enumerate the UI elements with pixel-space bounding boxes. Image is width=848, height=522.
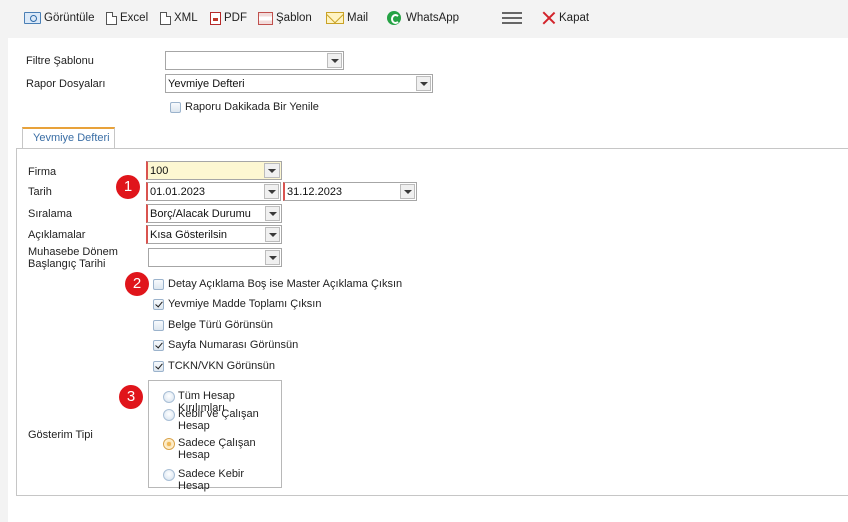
tarih-label: Tarih (28, 186, 52, 198)
radio-label: Sadece Kebir Hesap (178, 468, 245, 492)
annotation-badge-2: 2 (125, 272, 149, 296)
whatsapp-button[interactable]: WhatsApp (387, 9, 459, 27)
excel-button[interactable]: Excel (106, 9, 148, 27)
option-label: Detay Açıklama Boş ise Master Açıklama Ç… (168, 278, 403, 290)
mail-button[interactable]: Mail (326, 9, 368, 27)
close-button[interactable]: Kapat (542, 9, 589, 27)
radio-option-3[interactable]: Sadece Kebir Hesap (163, 468, 278, 492)
option-checkbox-0[interactable]: Detay Açıklama Boş ise Master Açıklama Ç… (153, 278, 402, 290)
siralama-value: Borç/Alacak Durumu (150, 208, 251, 220)
option-checkbox-3[interactable]: Sayfa Numarası Görünsün (153, 339, 298, 351)
donem-label-line2: Başlangıç Tarihi (28, 258, 106, 270)
radio-option-1[interactable]: Kebir ve Çalışan Hesap (163, 408, 270, 432)
chevron-down-icon[interactable] (265, 227, 280, 242)
aciklamalar-label: Açıklamalar (28, 229, 86, 241)
close-button-label: Kapat (559, 12, 590, 24)
donem-baslangic-field[interactable] (148, 248, 282, 267)
option-label: TCKN/VKN Görünsün (168, 360, 275, 372)
chevron-down-icon[interactable] (265, 250, 280, 265)
auto-refresh-checkbox[interactable]: Raporu Dakikada Bir Yenile (170, 101, 319, 113)
firma-value: 100 (150, 165, 169, 177)
auto-refresh-label: Raporu Dakikada Bir Yenile (185, 101, 319, 113)
mail-icon (326, 12, 344, 24)
tab-yevmiye-defteri[interactable]: Yevmiye Defteri (22, 127, 115, 149)
filter-template-label: Filtre Şablonu (26, 55, 94, 67)
tab-label: Yevmiye Defteri (33, 132, 110, 144)
tarih-start-field[interactable]: 01.01.2023 (146, 182, 281, 201)
radio-label: Sadece Çalışan Hesap (178, 437, 256, 461)
option-checkbox-1[interactable]: Yevmiye Madde Toplamı Çıksın (153, 298, 321, 310)
mail-button-label: Mail (347, 12, 369, 24)
option-label: Belge Türü Görünsün (168, 319, 273, 331)
report-files-value: Yevmiye Defteri (168, 78, 245, 90)
checkbox-box[interactable] (153, 298, 164, 310)
option-label: Sayfa Numarası Görünsün (168, 339, 299, 351)
tarih-end-value: 31.12.2023 (287, 186, 343, 198)
display-type-radio-group: Tüm Hesap Kırılımları Kebir ve Çalışan H… (148, 380, 282, 492)
pdf-icon (210, 11, 221, 25)
annotation-badge-1: 1 (116, 175, 140, 199)
annotation-badge-3: 3 (119, 385, 143, 409)
xml-button[interactable]: XML (160, 9, 198, 27)
tarih-start-value: 01.01.2023 (150, 186, 206, 198)
view-report-icon (24, 12, 41, 24)
chevron-down-icon[interactable] (400, 184, 415, 199)
ellipsis-icon[interactable]: ··· (264, 163, 280, 178)
radio-button[interactable] (163, 409, 175, 421)
toolbar: Görüntüle Excel XML PDF Şablon Mail What… (0, 0, 848, 36)
option-checkbox-2[interactable]: Belge Türü Görünsün (153, 319, 273, 331)
radio-button[interactable] (163, 391, 175, 403)
option-checkbox-4[interactable]: TCKN/VKN Görünsün (153, 360, 275, 372)
excel-icon (106, 11, 117, 25)
template-icon (258, 11, 273, 25)
radio-button[interactable] (163, 469, 175, 481)
chevron-down-icon[interactable] (265, 206, 280, 221)
filter-template-select[interactable] (165, 51, 344, 70)
template-button-label: Şablon (276, 12, 312, 24)
pdf-button[interactable]: PDF (210, 9, 247, 27)
pdf-button-label: PDF (224, 12, 247, 24)
report-files-select[interactable]: Yevmiye Defteri (165, 74, 433, 93)
checkbox-box[interactable] (153, 339, 164, 351)
radio-option-2[interactable]: Sadece Çalışan Hesap (163, 437, 270, 461)
option-label: Yevmiye Madde Toplamı Çıksın (168, 298, 322, 310)
hamburger-menu-icon (502, 12, 522, 24)
donem-label-line1: Muhasebe Dönem (28, 246, 118, 258)
checkbox-box[interactable] (153, 278, 164, 290)
checkbox-box[interactable] (153, 319, 164, 331)
close-icon (542, 11, 556, 25)
menu-button[interactable] (502, 9, 522, 27)
chevron-down-icon[interactable] (327, 53, 342, 68)
view-button[interactable]: Görüntüle (24, 9, 95, 27)
firma-field[interactable]: 100 ··· (146, 161, 282, 180)
radio-button[interactable] (163, 438, 175, 450)
excel-button-label: Excel (120, 12, 149, 24)
tarih-end-field[interactable]: 31.12.2023 (283, 182, 417, 201)
xml-button-label: XML (174, 12, 198, 24)
whatsapp-icon (387, 11, 401, 25)
aciklamalar-select[interactable]: Kısa Gösterilsin (146, 225, 282, 244)
checkbox-box[interactable] (170, 101, 181, 113)
siralama-select[interactable]: Borç/Alacak Durumu (146, 204, 282, 223)
tab-content (16, 148, 848, 496)
chevron-down-icon[interactable] (416, 76, 431, 91)
view-button-label: Görüntüle (44, 12, 95, 24)
firma-label: Firma (28, 166, 57, 178)
siralama-label: Sıralama (28, 208, 73, 220)
checkbox-box[interactable] (153, 360, 164, 372)
aciklamalar-value: Kısa Gösterilsin (150, 229, 228, 241)
xml-icon (160, 11, 171, 25)
template-button[interactable]: Şablon (258, 9, 312, 27)
whatsapp-button-label: WhatsApp (406, 12, 460, 24)
report-files-label: Rapor Dosyaları (26, 78, 106, 90)
radio-label: Kebir ve Çalışan Hesap (178, 408, 259, 432)
display-type-label: Gösterim Tipi (28, 429, 93, 441)
chevron-down-icon[interactable] (264, 184, 279, 199)
main-panel: Filtre Şablonu Rapor Dosyaları Yevmiye D… (8, 38, 848, 522)
